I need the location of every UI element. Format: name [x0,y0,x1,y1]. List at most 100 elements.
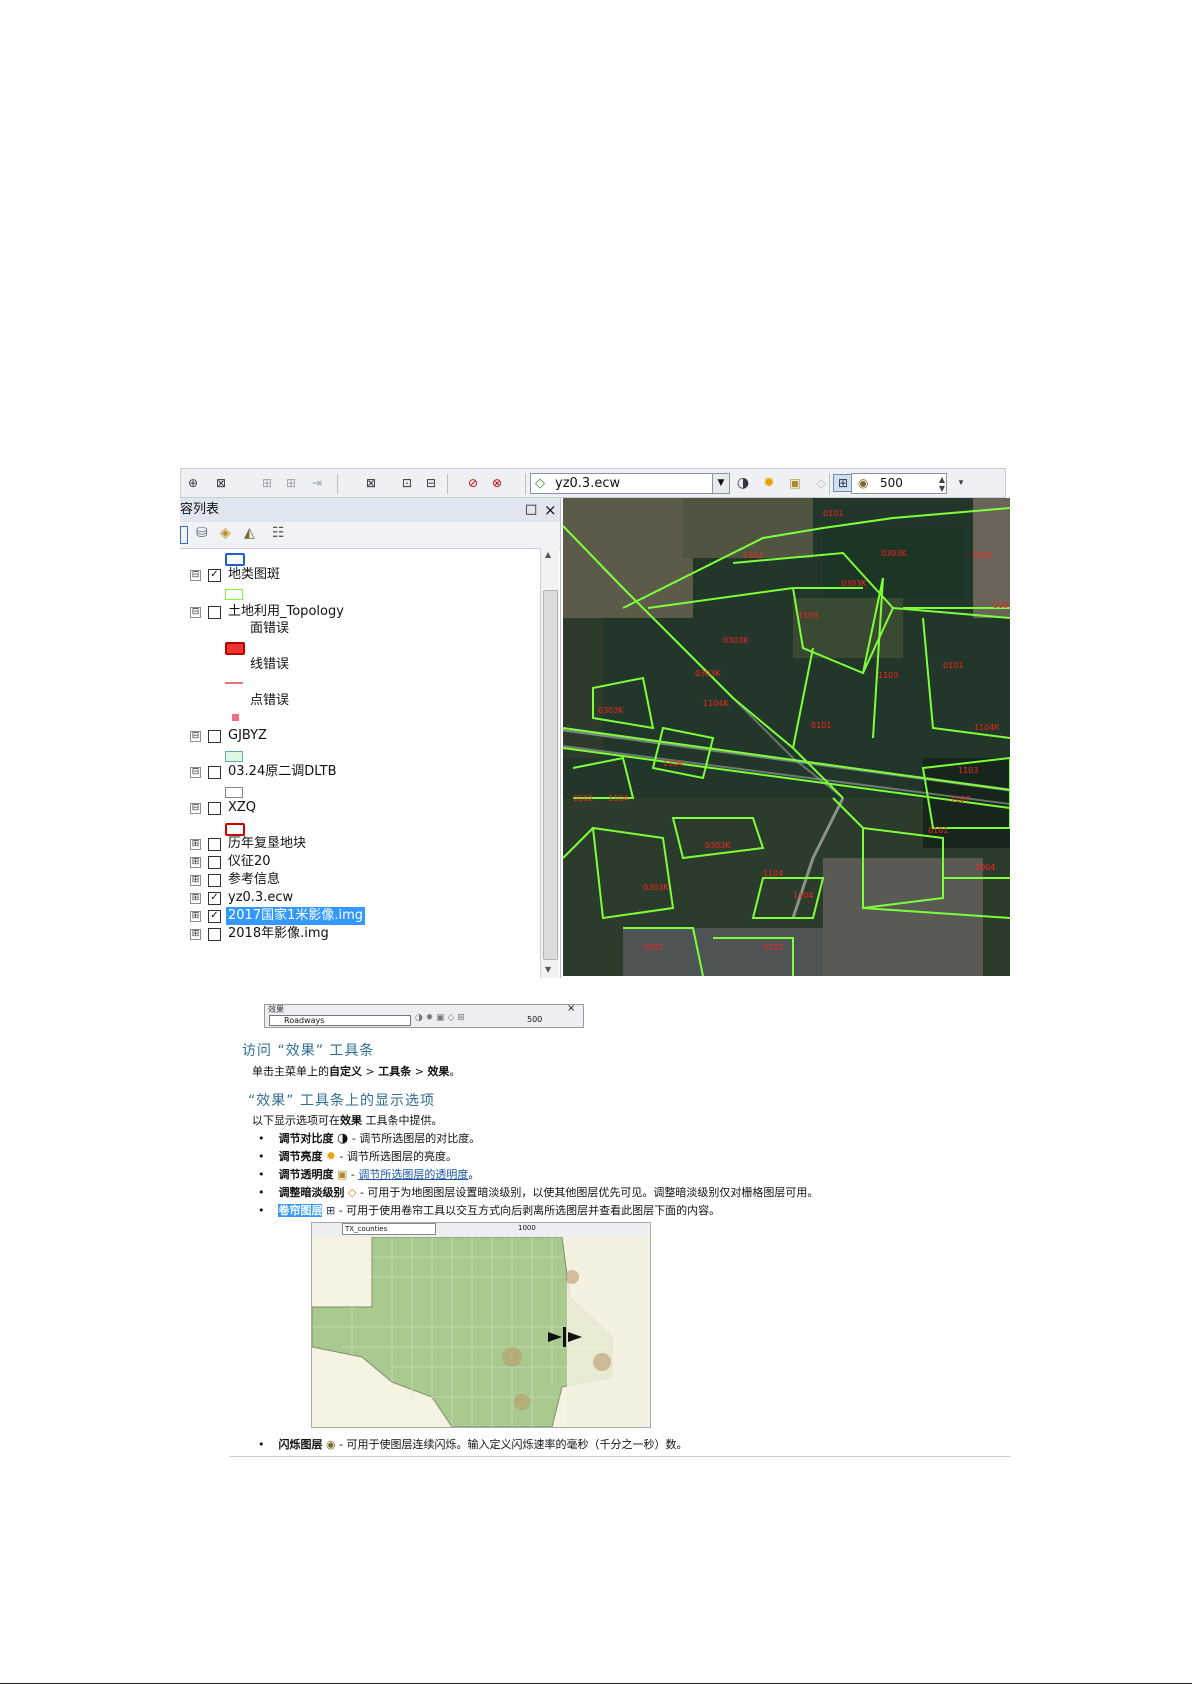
parcel-label: 1104 [793,891,813,900]
parcel-label: 1104 [608,794,628,803]
dim-icon[interactable]: ◇ [811,474,831,492]
layer-checkbox[interactable]: ✓ [208,910,221,923]
mini-toolbar-title: 效果 [268,1005,284,1014]
symbol-green-outline [225,589,243,600]
merge-icon[interactable]: ⇥ [307,474,327,492]
parcel-label: 0101 [823,509,843,518]
symbol-blue-outline [225,553,245,566]
divider [230,1456,1010,1457]
swipe-icon: ⊞ [325,1204,336,1217]
scroll-thumb[interactable] [543,590,558,960]
layer-name: 土地利用_Topology [228,604,344,619]
swipe-icon[interactable]: ⊞ [833,474,853,492]
transparency-icon[interactable]: ▣ [785,474,805,492]
flash-icon: ◉ [858,476,869,490]
chevron-down-icon[interactable]: ▼ [712,474,729,493]
add-data-icon[interactable]: ⊕ [183,474,203,492]
clear-icon[interactable]: ⊗ [487,474,507,492]
collapse-icon[interactable]: ⊟ [190,731,201,742]
collapse-icon[interactable]: ⊟ [190,803,201,814]
bullet-dim: • 调整暗淡级别 ◇ - 可用于为地图图层设置暗淡级别，以使其他图层优先可见。调… [258,1186,819,1199]
layer-checkbox[interactable] [208,838,221,851]
scroll-down-icon[interactable]: ▼ [545,965,551,974]
effects-toolbar: ⊕ ⊠ ⊞ ⊞ ⇥ ⊠ ⊡ ⊟ ⊘ ⊗ ◇ yz0.3.ecw ▼ ◑ ✹ ▣ … [180,468,1006,498]
expand-icon[interactable]: ⊞ [190,857,201,868]
layer-select-value: yz0.3.ecw [555,476,621,491]
transparency-link[interactable]: 调节所选图层的透明度 [358,1168,468,1181]
parcel-label: 0303K [841,579,867,588]
layer-checkbox[interactable]: ✓ [208,892,221,905]
parcel-label: 1104 [763,869,783,878]
expand-icon[interactable]: ⊞ [190,839,201,850]
close-button[interactable]: × [544,498,557,522]
page-bottom-rule [0,1683,1192,1684]
mini-rate-value: 500 [527,1015,543,1024]
brightness-icon[interactable]: ✹ [759,474,779,492]
collapse-icon[interactable]: ⊟ [190,570,201,581]
toc-toolbar: ⛁ ◈ ◭ ☷ [180,522,560,549]
symbol-gray-outline [225,787,243,798]
layer-checkbox[interactable] [208,928,221,941]
parcel-label: 0102 [763,943,783,952]
gray-tool-icon-2[interactable]: ⊞ [281,474,301,492]
no-select-icon[interactable]: ⊘ [463,474,483,492]
mini-effect-icons[interactable]: ◑ ✹ ▣ ◇ ⊞ [415,1013,465,1023]
layer-checkbox[interactable]: ✓ [208,569,221,582]
layer-checkbox[interactable] [208,606,221,619]
layer-checkbox[interactable] [208,874,221,887]
illustration-rate-value: 1000 [518,1224,536,1232]
map-canvas[interactable]: 0101 0303K 1103 0101 0303K 1107 0303K 11… [563,498,1010,976]
expand-icon[interactable]: ⊞ [190,929,201,940]
layer-name: 2017国家1米影像.img [226,907,366,925]
transparency-icon: ▣ [336,1168,348,1181]
toolbar-options-icon[interactable]: ▾ [951,474,971,492]
spin-arrows-icon[interactable]: ▲ ▼ [939,475,945,493]
expand-icon[interactable]: ⊞ [190,893,201,904]
report-icon[interactable]: ⊟ [421,474,441,492]
float-button[interactable]: □ [525,498,537,522]
toc-scrollbar[interactable]: ▲ ▼ [540,548,559,978]
list-by-order-icon[interactable] [180,526,188,544]
list-by-selection-icon[interactable]: ◭ [244,525,255,541]
expand-icon[interactable]: ⊞ [190,875,201,886]
flash-rate-input[interactable]: ◉ 500 ▲ ▼ [851,473,947,494]
layer-checkbox[interactable] [208,766,221,779]
layer-checkbox[interactable] [208,802,221,815]
parcel-label: 0303K [881,549,907,558]
contrast-icon[interactable]: ◑ [733,474,753,492]
layer-name: 参考信息 [228,872,281,887]
layer-name: GJBYZ [228,728,267,743]
toc-title: 容列表 [180,502,220,517]
list-by-visibility-icon[interactable]: ◈ [220,525,231,541]
table-icon[interactable]: ⊠ [361,474,381,492]
bullet-flash: • 闪烁图层 ◉ - 可用于使图层连续闪烁。输入定义闪烁速率的毫秒（千分之一秒）… [258,1438,688,1451]
illustration-layer-value: TX_counties [342,1223,436,1235]
options-intro: 以下显示选项可在效果 工具条中提供。 [252,1114,443,1127]
options-icon[interactable]: ☷ [272,525,285,541]
layer-name: 2018年影像.img [228,926,329,941]
expand-icon[interactable]: ⊞ [190,911,201,922]
symbol-pink-line [225,682,243,684]
section-heading-access: 访问 “效果” 工具条 [242,1043,375,1059]
layer-select[interactable]: ◇ yz0.3.ecw ▼ [530,473,730,494]
bullet-contrast: • 调节对比度 ◑ - 调节所选图层的对比度。 [258,1131,481,1146]
layer-icon: ◇ [535,476,545,491]
layer-checkbox[interactable] [208,730,221,743]
collapse-icon[interactable]: ⊟ [190,607,201,618]
close-icon[interactable]: × [567,1003,575,1014]
identify-icon[interactable]: ⊡ [397,474,417,492]
scroll-up-icon[interactable]: ▲ [545,550,551,559]
mini-layer-select[interactable]: Roadways [269,1015,411,1026]
map-view[interactable]: 0101 0303K 1103 0101 0303K 1107 0303K 11… [563,498,1010,976]
gray-tool-icon[interactable]: ⊞ [257,474,277,492]
select-icon[interactable]: ⊠ [211,474,231,492]
bullet-swipe: • 卷帘图层 ⊞ - 可用于使用卷帘工具以交互方式向后剥离所选图层并查看此图层下… [258,1204,721,1217]
list-by-source-icon[interactable]: ⛁ [196,525,208,541]
parcel-label: 0102 [573,794,593,803]
collapse-icon[interactable]: ⊟ [190,767,201,778]
layer-name: XZQ [228,800,257,815]
layer-checkbox[interactable] [208,856,221,869]
symbol-pink-point [232,714,239,721]
symbol-red-fill [225,642,245,655]
layer-name: 仪征20 [228,854,271,869]
